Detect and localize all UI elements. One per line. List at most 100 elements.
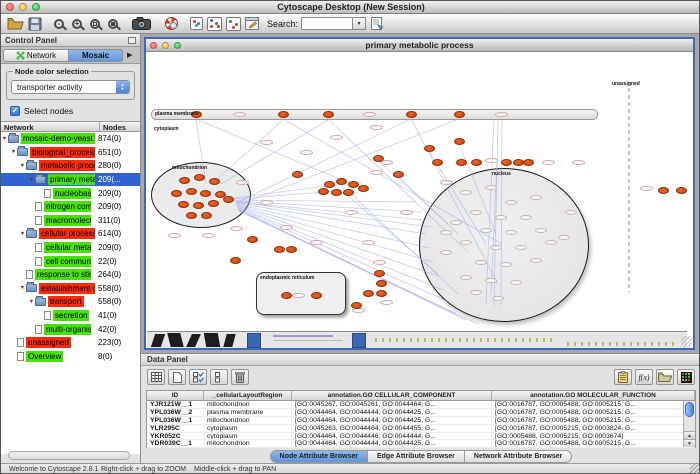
tree-row[interactable]: ▼establishment of lo558(0) — [1, 282, 140, 296]
tab-network-attribute-browser[interactable]: Network Attribute Browser — [465, 450, 572, 463]
vizmapper-button[interactable] — [190, 15, 203, 33]
select-attributes-button[interactable] — [189, 369, 207, 385]
tree-row[interactable]: multi-organism pro42(0) — [1, 322, 140, 336]
tree-row[interactable]: ▼transport558(0) — [1, 295, 140, 309]
window-resize-grip[interactable] — [690, 464, 700, 474]
tab-mosaic[interactable]: Mosaic — [69, 49, 123, 62]
network-node[interactable] — [348, 181, 359, 188]
network-node[interactable] — [171, 190, 182, 197]
network-node[interactable] — [363, 290, 374, 297]
network-node[interactable] — [331, 189, 342, 196]
zoom-selected-button[interactable] — [108, 15, 118, 33]
network-node[interactable] — [324, 181, 335, 188]
network-node[interactable] — [274, 246, 285, 253]
tree-row[interactable]: ▼mosaic-demo-yeast874(0) — [1, 132, 140, 146]
tree-column-nodes[interactable]: Nodes — [100, 122, 140, 131]
network-node[interactable] — [194, 174, 205, 181]
float-panel-icon[interactable] — [128, 37, 136, 44]
network-node[interactable] — [311, 292, 322, 299]
network-node[interactable] — [343, 189, 354, 196]
tree-row[interactable]: macromolecule311(0) — [1, 214, 140, 228]
tree-row[interactable]: nucleobase-209(0) — [1, 186, 140, 200]
network-node[interactable] — [406, 111, 417, 118]
tree-row[interactable]: response to stimulu264(0) — [1, 268, 140, 282]
network-node[interactable] — [201, 212, 212, 219]
tree-row[interactable]: cellular metabo209(0) — [1, 241, 140, 255]
heatmap-button[interactable] — [677, 369, 695, 385]
save-session-button[interactable] — [28, 15, 42, 33]
select-nodes-checkbox[interactable]: ✓ — [10, 106, 20, 116]
network-node[interactable] — [278, 111, 289, 118]
import-attributes-button[interactable] — [656, 369, 674, 385]
network-node[interactable] — [223, 196, 234, 203]
network-node[interactable] — [209, 178, 220, 185]
network-node[interactable] — [351, 302, 362, 309]
table-row[interactable]: YJR121W__1mitochondrion[GO:0045267, GO:0… — [147, 401, 695, 409]
scroll-down-arrow[interactable]: ▼ — [684, 439, 695, 447]
zoom-fit-button[interactable] — [90, 15, 100, 33]
network-node[interactable] — [193, 202, 204, 209]
network-node[interactable] — [178, 201, 189, 208]
tab-edge-attribute-browser[interactable]: Edge Attribute Browser — [368, 450, 465, 463]
scroll-up-arrow[interactable]: ▲ — [684, 431, 695, 439]
mosaic-layout2-button[interactable] — [226, 15, 241, 33]
network-node[interactable] — [424, 145, 435, 152]
tree-row[interactable]: secretion41(0) — [1, 309, 140, 323]
network-node[interactable] — [179, 177, 190, 184]
network-node[interactable] — [336, 178, 347, 185]
network-node[interactable] — [374, 270, 385, 277]
expand-arrow-icon[interactable]: ▼ — [28, 177, 35, 183]
network-node[interactable] — [454, 138, 465, 145]
tree-row[interactable]: ▼primary metabo209(... — [1, 173, 140, 187]
network-node[interactable] — [230, 257, 241, 264]
network-node[interactable] — [318, 188, 329, 195]
network-node[interactable] — [676, 187, 687, 194]
search-dropdown-button[interactable]: ▾ — [353, 17, 366, 30]
zoom-in-button[interactable]: + — [72, 15, 82, 33]
tree-row[interactable]: unassigned223(0) — [1, 336, 140, 350]
network-node[interactable] — [200, 190, 211, 197]
network-node[interactable] — [432, 159, 443, 166]
network-canvas[interactable]: plasma membrane cytoplasm mitochondrion … — [146, 52, 693, 348]
network-node[interactable] — [393, 171, 404, 178]
expand-arrow-icon[interactable]: ▼ — [19, 231, 26, 237]
delete-attribute-button[interactable] — [231, 369, 249, 385]
tab-node-attribute-browser[interactable]: Node Attribute Browser — [270, 450, 368, 463]
scrollbar-thumb[interactable] — [685, 402, 694, 417]
expand-arrow-icon[interactable]: ▼ — [19, 163, 26, 169]
zoom-out-button[interactable]: - — [54, 15, 64, 33]
tab-overflow-arrow[interactable]: ▶ — [127, 51, 132, 59]
tree-row[interactable]: ▼biological_process651(0) — [1, 146, 140, 160]
help-button[interactable] — [165, 15, 178, 33]
open-session-button[interactable] — [7, 15, 24, 33]
table-row[interactable]: YPL036W__1mitochondrion[GO:0044464, GO:0… — [147, 417, 695, 425]
column-region[interactable]: _cellularLayoutRegion — [204, 391, 292, 400]
column-molecular-function[interactable]: annotation.GO MOLECULAR_FUNCTION — [492, 391, 695, 400]
network-frame[interactable]: primary metabolic process plasma membran… — [144, 37, 695, 350]
column-id[interactable]: ID — [147, 391, 204, 400]
table-row[interactable]: YKR052Ccytoplasm[GO:0044464, GO:0044446,… — [147, 433, 695, 441]
network-node[interactable] — [523, 159, 534, 166]
expand-arrow-icon[interactable]: ▼ — [19, 285, 26, 291]
formula-builder-button[interactable]: f(x) — [635, 369, 653, 385]
canvas-resize-grip[interactable] — [681, 336, 692, 347]
snapshot-button[interactable] — [132, 15, 151, 33]
tree-row[interactable]: nitrogen compo209(0) — [1, 200, 140, 214]
expand-arrow-icon[interactable]: ▼ — [10, 149, 17, 155]
expand-arrow-icon[interactable]: ▼ — [1, 136, 8, 142]
network-node[interactable] — [358, 185, 369, 192]
network-node[interactable] — [286, 246, 297, 253]
network-node[interactable] — [658, 187, 669, 194]
network-node[interactable] — [247, 236, 258, 243]
unselect-attributes-button[interactable] — [210, 369, 228, 385]
mosaic-layout-button[interactable] — [207, 15, 222, 33]
network-node[interactable] — [292, 171, 303, 178]
network-node[interactable] — [186, 212, 197, 219]
table-row[interactable]: YDR039C__1mitochondrion[GO:0044464, GO:0… — [147, 440, 695, 448]
network-node[interactable] — [454, 111, 465, 118]
network-node[interactable] — [456, 159, 467, 166]
select-nodes-option[interactable]: ✓ Select nodes — [10, 106, 140, 116]
network-node[interactable] — [376, 280, 387, 287]
tree-row[interactable]: ▼cellular process614(0) — [1, 227, 140, 241]
control-panel-hscrollbar[interactable] — [8, 451, 130, 460]
